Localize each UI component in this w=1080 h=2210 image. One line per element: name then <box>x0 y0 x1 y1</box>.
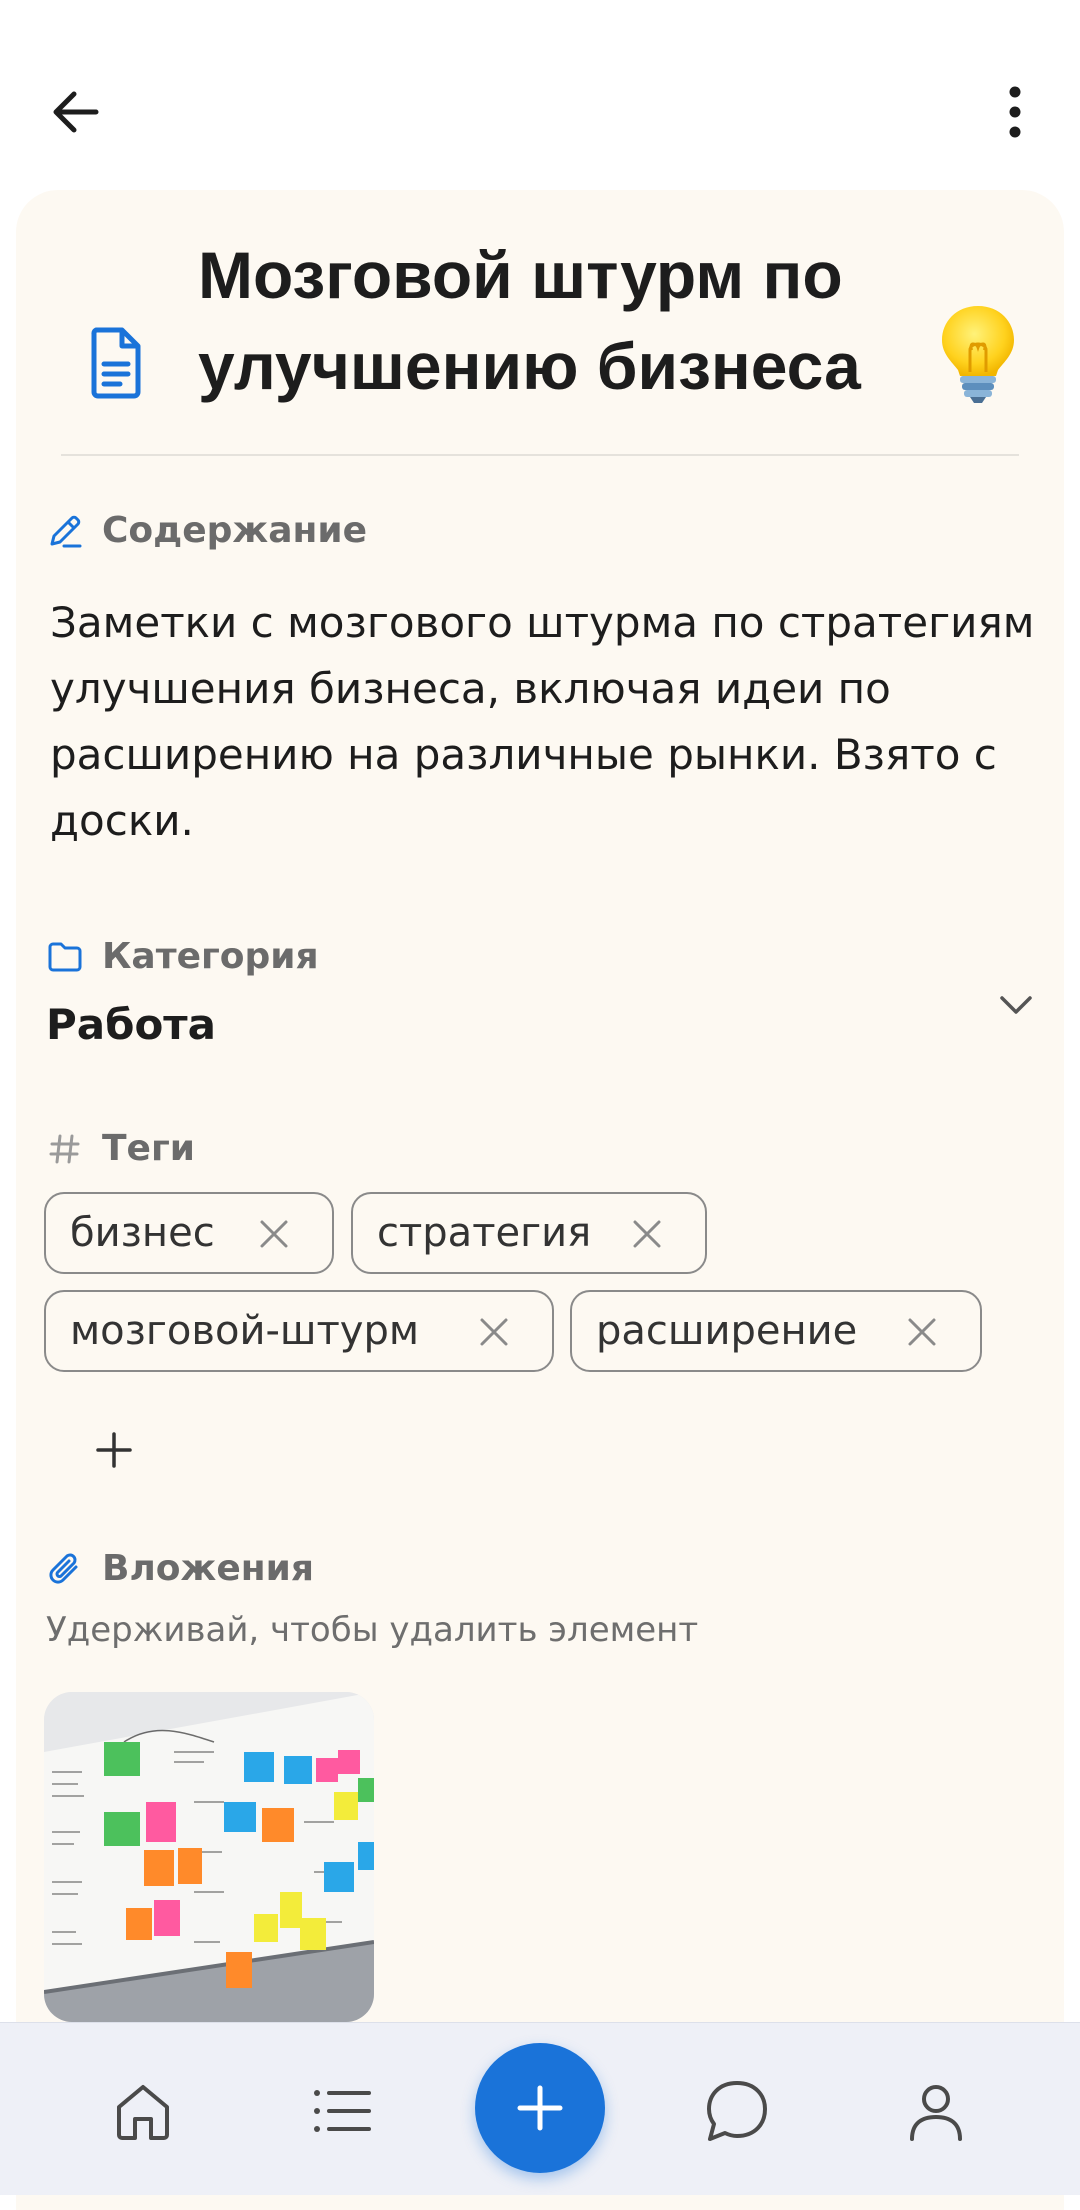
title-divider <box>61 454 1019 456</box>
close-icon[interactable] <box>629 1216 665 1252</box>
attachments-section-label: Вложения <box>46 1548 314 1589</box>
close-icon[interactable] <box>256 1216 292 1252</box>
attachment-thumbnail[interactable] <box>44 1692 374 2022</box>
category-value[interactable]: Работа <box>46 1000 216 1049</box>
close-icon[interactable] <box>476 1314 512 1350</box>
content-section-label: Содержание <box>46 510 367 551</box>
attachments-label-text: Вложения <box>102 1548 314 1589</box>
tag-chip-label: расширение <box>596 1308 858 1354</box>
chat-icon <box>707 2081 767 2141</box>
title-row: Мозговой штурм по улучшению бизнеса <box>16 230 1064 410</box>
paperclip-icon <box>46 1550 84 1588</box>
hash-icon <box>46 1130 84 1168</box>
back-button[interactable] <box>46 82 106 142</box>
plus-icon <box>96 1432 132 1468</box>
close-icon[interactable] <box>904 1314 940 1350</box>
nav-list-button[interactable] <box>305 2075 377 2147</box>
top-app-bar <box>0 0 1080 190</box>
home-icon <box>117 2085 169 2140</box>
folder-icon <box>46 938 84 976</box>
profile-icon <box>910 2085 962 2141</box>
attachments-hint: Удерживай, чтобы удалить элемент <box>46 1610 699 1650</box>
nav-profile-button[interactable] <box>900 2075 972 2147</box>
document-icon <box>76 322 156 402</box>
content-label-text: Содержание <box>102 510 368 551</box>
more-options-button[interactable] <box>990 82 1040 142</box>
list-icon <box>314 2090 371 2132</box>
category-label-text: Категория <box>102 936 319 977</box>
tag-chip[interactable]: мозговой-штурм <box>44 1290 554 1372</box>
more-vertical-icon <box>1009 86 1021 138</box>
tag-chip[interactable]: расширение <box>570 1290 982 1372</box>
tags-label-text: Теги <box>102 1128 196 1169</box>
add-fab-button[interactable] <box>475 2043 605 2173</box>
arrow-left-icon <box>53 91 99 133</box>
add-icon <box>517 2085 563 2131</box>
pencil-icon <box>46 512 84 550</box>
category-section-label: Категория <box>46 936 319 977</box>
nav-chat-button[interactable] <box>701 2075 773 2147</box>
add-tag-button[interactable] <box>88 1424 140 1476</box>
nav-home-button[interactable] <box>107 2075 179 2147</box>
tag-chip[interactable]: бизнес <box>44 1192 334 1274</box>
tag-chip[interactable]: стратегия <box>351 1192 707 1274</box>
light-bulb-icon[interactable] <box>936 302 1020 406</box>
whiteboard-image <box>44 1692 374 2022</box>
tags-section-label: Теги <box>46 1128 195 1169</box>
chevron-down-icon[interactable] <box>992 980 1040 1028</box>
tag-chip-label: бизнес <box>70 1210 215 1256</box>
tag-chip-label: мозговой-штурм <box>70 1308 420 1354</box>
content-text[interactable]: Заметки с мозгового штурма по стратегиям… <box>50 590 1040 854</box>
note-title[interactable]: Мозговой штурм по улучшению бизнеса <box>198 230 898 412</box>
tag-chip-label: стратегия <box>377 1210 592 1256</box>
note-card: Мозговой штурм по улучшению бизнеса Соде… <box>16 190 1064 2210</box>
